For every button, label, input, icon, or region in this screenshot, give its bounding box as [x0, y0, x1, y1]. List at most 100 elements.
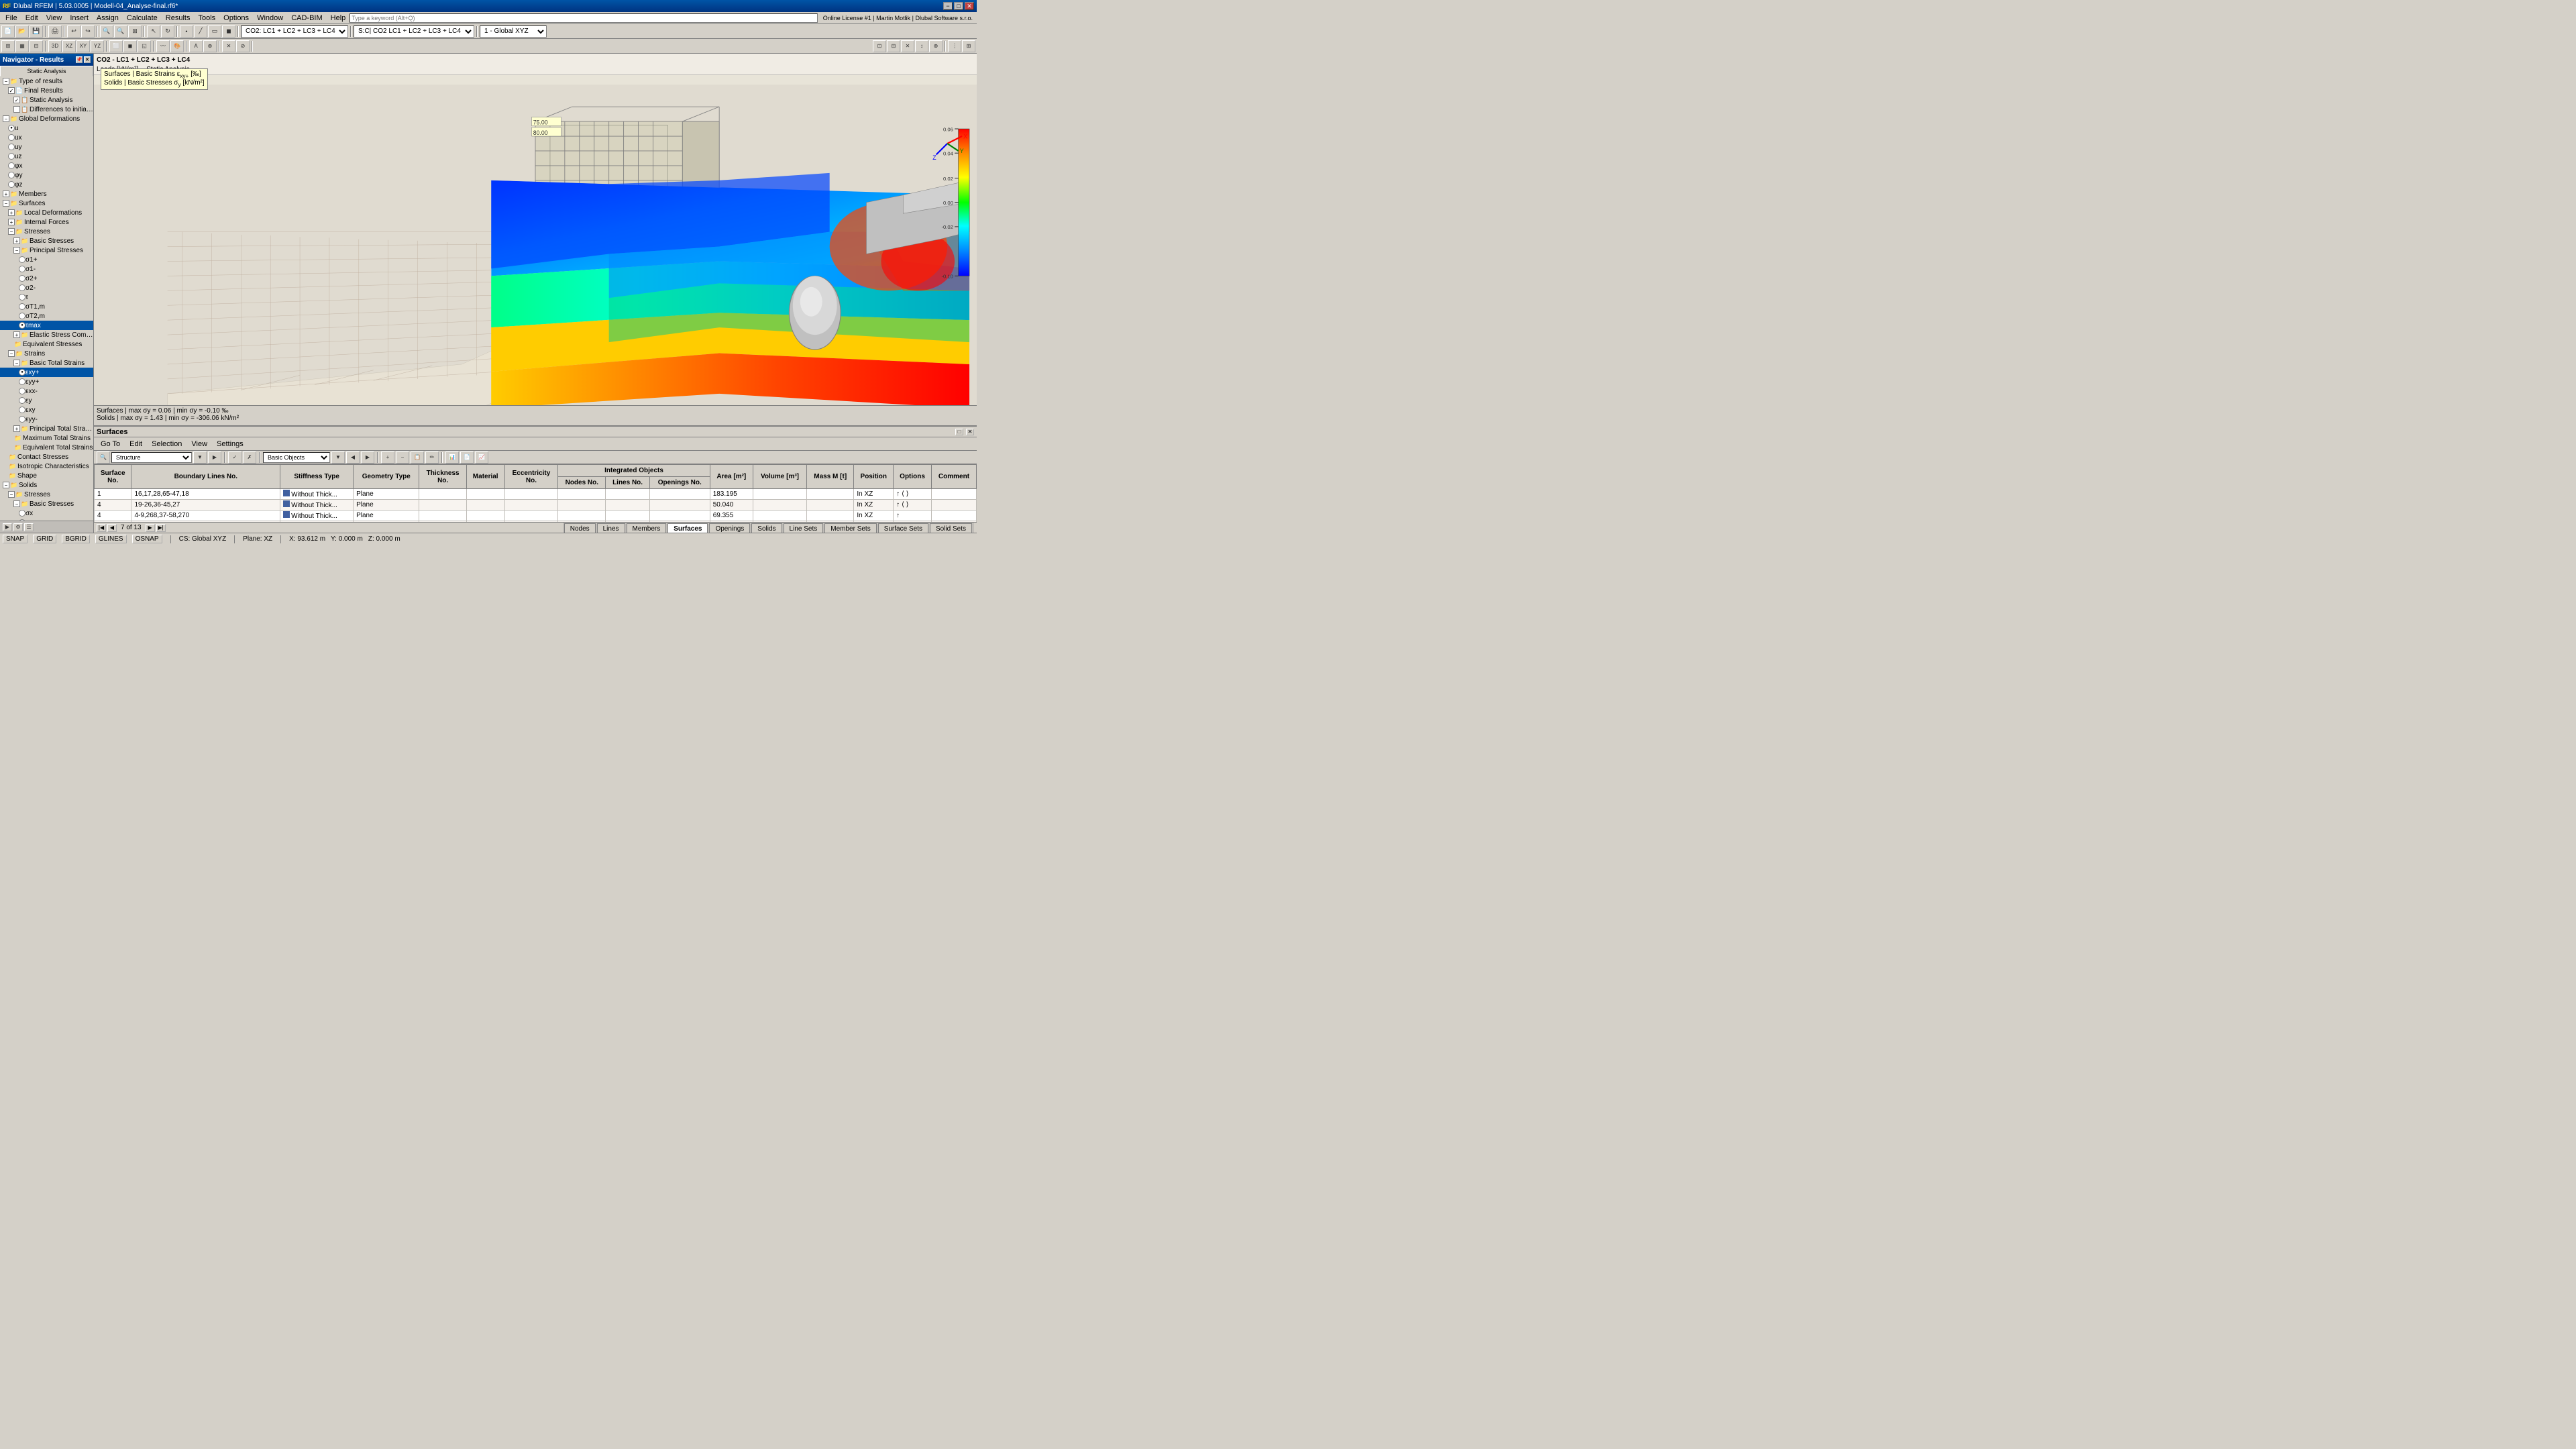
tree-internal-forces[interactable]: + 📁 Internal Forces: [0, 217, 93, 227]
tree-stresses-solid[interactable]: − 📁 Stresses: [0, 490, 93, 499]
tree-px[interactable]: φx: [0, 161, 93, 170]
col-material[interactable]: Material: [466, 465, 504, 489]
radio-st2m[interactable]: [19, 313, 25, 319]
col-comment[interactable]: Comment: [931, 465, 976, 489]
bp-tb-bo-expand[interactable]: ▼: [331, 451, 345, 464]
tree-basic-stresses[interactable]: + 📁 Basic Stresses: [0, 236, 93, 246]
tree-s1m[interactable]: σ1-: [0, 264, 93, 274]
menu-tools[interactable]: Tools: [194, 13, 219, 23]
maximize-button[interactable]: □: [954, 2, 963, 10]
pg-first[interactable]: |◀: [97, 524, 106, 532]
combo-coord[interactable]: 1 - Global XYZ: [480, 25, 547, 38]
nav-close[interactable]: ✕: [84, 56, 91, 63]
tab-members[interactable]: Members: [627, 523, 667, 533]
tree-equiv-total-strains[interactable]: 📁 Equivalent Total Strains: [0, 443, 93, 452]
tree-u[interactable]: u: [0, 123, 93, 133]
tree-uy[interactable]: uy: [0, 142, 93, 152]
tree-eyyp[interactable]: εyy+: [0, 377, 93, 386]
tab-openings[interactable]: Openings: [709, 523, 750, 533]
tb2-xy[interactable]: XY: [76, 40, 90, 52]
bp-tb-bo-next[interactable]: ▶: [361, 451, 374, 464]
radio-pz[interactable]: [8, 181, 15, 188]
tb-zoom-out[interactable]: 🔍: [114, 25, 127, 38]
expand-principal-strain[interactable]: +: [13, 425, 20, 432]
col-stiffness[interactable]: Stiffness Type: [280, 465, 354, 489]
nav-btn-1[interactable]: ▶: [3, 523, 12, 531]
tab-nodes[interactable]: Nodes: [564, 523, 596, 533]
tb-zoom-fit[interactable]: ⊞: [128, 25, 142, 38]
tree-s2p[interactable]: σ2+: [0, 274, 93, 283]
tree-equiv-stress[interactable]: 📁 Equivalent Stresses: [0, 339, 93, 349]
tree-global-deformations[interactable]: − 📁 Global Deformations: [0, 114, 93, 123]
combo-loadcase[interactable]: CO2: LC1 + LC2 + LC3 + LC4: [241, 25, 348, 38]
expand-elastic[interactable]: +: [13, 331, 20, 338]
bp-menu-view[interactable]: View: [187, 439, 211, 449]
bp-tb-chart[interactable]: 📈: [475, 451, 488, 464]
tree-sx[interactable]: σx: [0, 508, 93, 518]
radio-tau[interactable]: [19, 294, 25, 301]
col-volume[interactable]: Volume [m³]: [753, 465, 806, 489]
expand-basic-solid[interactable]: −: [13, 500, 20, 507]
expand-solids[interactable]: −: [3, 482, 9, 488]
radio-eyym[interactable]: [19, 416, 25, 423]
tree-isotropic[interactable]: 📁 Isotropic Characteristics: [0, 462, 93, 471]
table-row[interactable]: 4 4-9,268,37-58,270 Without Thick... Pla…: [95, 511, 977, 521]
pg-prev[interactable]: ◀: [107, 524, 117, 532]
tree-diff-initial[interactable]: 📋 Differences to initial state: [0, 105, 93, 114]
tb-save[interactable]: 💾: [30, 25, 43, 38]
expand-global-def[interactable]: −: [3, 115, 9, 122]
tree-ey[interactable]: εy: [0, 396, 93, 405]
tab-lines[interactable]: Lines: [597, 523, 625, 533]
bp-tb-uncheck[interactable]: ✗: [243, 451, 256, 464]
tree-st2m[interactable]: σT2,m: [0, 311, 93, 321]
menu-options[interactable]: Options: [219, 13, 253, 23]
menu-window[interactable]: Window: [253, 13, 287, 23]
tree-eyym[interactable]: εyy-: [0, 415, 93, 424]
bp-tb-edit[interactable]: ✏: [425, 451, 439, 464]
col-integrated[interactable]: Integrated Objects: [558, 465, 710, 477]
tb-select[interactable]: ↖: [147, 25, 160, 38]
nav-tab-static[interactable]: Static Analysis: [0, 66, 93, 76]
tree-tau[interactable]: τ: [0, 292, 93, 302]
radio-uz[interactable]: [8, 153, 15, 160]
tree-pz[interactable]: φz: [0, 180, 93, 189]
nav-pin[interactable]: 📌: [76, 56, 83, 63]
tb2-snap4[interactable]: ↕: [915, 40, 928, 52]
bgrid-button[interactable]: BGRID: [62, 535, 90, 543]
osnap-button[interactable]: OSNAP: [132, 535, 162, 543]
tb2-result[interactable]: 🎨: [170, 40, 184, 52]
expand-principal[interactable]: −: [13, 247, 20, 254]
tree-surfaces[interactable]: − 📁 Surfaces: [0, 199, 93, 208]
tb2-grid2[interactable]: ⊞: [962, 40, 975, 52]
tree-principal-total-strains[interactable]: + 📁 Principal Total Strains: [0, 424, 93, 433]
col-nodes-no[interactable]: Nodes No.: [558, 477, 606, 489]
radio-py[interactable]: [8, 172, 15, 178]
bp-tb-collapse[interactable]: ▶: [208, 451, 221, 464]
radio-s2m[interactable]: [19, 284, 25, 291]
tab-solids[interactable]: Solids: [751, 523, 782, 533]
radio-exxm[interactable]: [19, 388, 25, 394]
tb2-view3[interactable]: ⊟: [30, 40, 43, 52]
radio-sx[interactable]: [19, 510, 25, 517]
bp-menu-goto[interactable]: Go To: [97, 439, 124, 449]
expand-strains[interactable]: −: [8, 350, 15, 357]
nav-btn-2[interactable]: ⚙: [13, 523, 23, 531]
menu-calculate[interactable]: Calculate: [123, 13, 162, 23]
search-input[interactable]: [350, 13, 817, 23]
pg-last[interactable]: ▶|: [156, 524, 166, 532]
bp-tb-add[interactable]: +: [381, 451, 394, 464]
check-static-analysis[interactable]: ✓: [13, 97, 20, 103]
radio-exyp[interactable]: [19, 369, 25, 376]
title-bar-controls[interactable]: − □ ✕: [943, 2, 974, 10]
tree-exy[interactable]: εxy: [0, 405, 93, 415]
col-mass[interactable]: Mass M [t]: [807, 465, 854, 489]
col-surface-no[interactable]: SurfaceNo.: [95, 465, 131, 489]
tb-print[interactable]: 🖨: [48, 25, 62, 38]
radio-px[interactable]: [8, 162, 15, 169]
tb2-yz[interactable]: YZ: [91, 40, 104, 52]
radio-st1m[interactable]: [19, 303, 25, 310]
check-diff-initial[interactable]: [13, 106, 20, 113]
menu-insert[interactable]: Insert: [66, 13, 93, 23]
close-button[interactable]: ✕: [965, 2, 974, 10]
bp-tb-excel[interactable]: 📊: [445, 451, 459, 464]
